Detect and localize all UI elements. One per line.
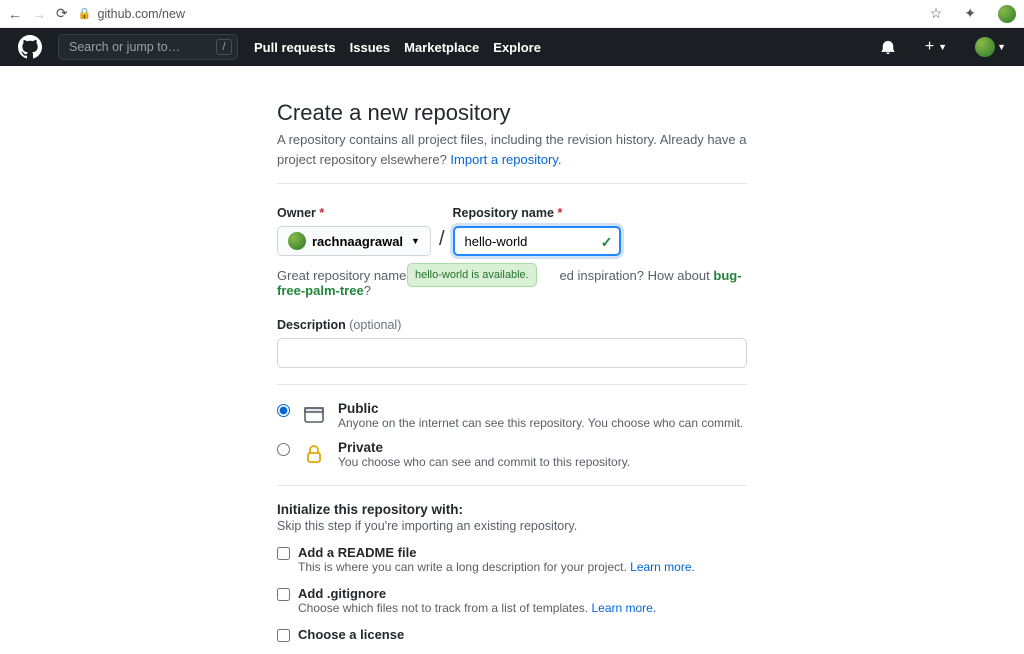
- main-content: Create a new repository A repository con…: [277, 100, 747, 642]
- create-new-menu[interactable]: +▼: [925, 41, 947, 53]
- repo-public-icon: [300, 401, 328, 429]
- extensions-icon[interactable]: ✦: [964, 5, 976, 22]
- hint-q: ?: [364, 283, 371, 298]
- user-menu[interactable]: ▼: [975, 37, 1006, 57]
- repo-name-input[interactable]: [453, 226, 621, 256]
- add-gitignore-title: Add .gitignore: [298, 586, 656, 601]
- forward-button[interactable]: →: [32, 6, 46, 22]
- search-input[interactable]: [58, 34, 238, 60]
- owner-select[interactable]: rachnaagrawal ▼: [277, 226, 431, 256]
- back-button[interactable]: ←: [8, 6, 22, 22]
- choose-license-checkbox[interactable]: [277, 629, 290, 642]
- description-input[interactable]: [277, 338, 747, 368]
- chevron-down-icon: ▼: [411, 236, 420, 246]
- profile-avatar-icon[interactable]: [998, 5, 1016, 23]
- page-subhead: A repository contains all project files,…: [277, 130, 747, 169]
- visibility-private-radio[interactable]: [277, 443, 290, 456]
- initialize-heading: Initialize this repository with:: [277, 502, 747, 517]
- nav-issues[interactable]: Issues: [350, 40, 390, 55]
- private-title: Private: [338, 440, 630, 455]
- name-hint: Great repository names are sho hello-wor…: [277, 268, 747, 298]
- checkmark-icon: ✓: [601, 234, 613, 251]
- divider: [277, 485, 747, 486]
- public-title: Public: [338, 401, 743, 416]
- site-header: / Pull requests Issues Marketplace Explo…: [0, 28, 1024, 66]
- description-label: Description (optional): [277, 318, 747, 332]
- visibility-group: Public Anyone on the internet can see th…: [277, 401, 747, 469]
- page-title: Create a new repository: [277, 100, 747, 126]
- browser-chrome: ← → ⟳ 🔒 github.com/new ☆ ✦: [0, 0, 1024, 28]
- url-text: github.com/new: [97, 7, 185, 21]
- user-avatar-icon: [975, 37, 995, 57]
- primary-nav: Pull requests Issues Marketplace Explore: [254, 40, 541, 55]
- repo-name-label: Repository name *: [453, 206, 621, 220]
- nav-pull-requests[interactable]: Pull requests: [254, 40, 336, 55]
- add-readme-sub: This is where you can write a long descr…: [298, 560, 695, 574]
- owner-name: rachnaagrawal: [312, 234, 403, 249]
- import-repository-link[interactable]: Import a repository.: [450, 152, 561, 167]
- nav-marketplace[interactable]: Marketplace: [404, 40, 479, 55]
- notifications-icon[interactable]: [881, 40, 895, 54]
- site-search[interactable]: /: [58, 34, 238, 60]
- add-readme-title: Add a README file: [298, 545, 695, 560]
- choose-license-title: Choose a license: [298, 627, 404, 642]
- owner-repo-separator: /: [439, 228, 445, 251]
- initialize-subtext: Skip this step if you're importing an ex…: [277, 519, 747, 533]
- github-logo-icon[interactable]: [18, 35, 42, 59]
- lock-icon: [300, 440, 328, 468]
- hint-text-after: ed inspiration? How about: [559, 268, 713, 283]
- add-gitignore-checkbox[interactable]: [277, 588, 290, 601]
- visibility-public-radio[interactable]: [277, 404, 290, 417]
- star-icon[interactable]: ☆: [930, 5, 943, 22]
- owner-label: Owner *: [277, 206, 431, 220]
- divider: [277, 183, 747, 184]
- add-gitignore-sub: Choose which files not to track from a l…: [298, 601, 656, 615]
- availability-badge: hello-world is available.: [407, 263, 537, 287]
- slash-hint-icon: /: [216, 39, 232, 55]
- owner-avatar-icon: [288, 232, 306, 250]
- private-sub: You choose who can see and commit to thi…: [338, 455, 630, 469]
- add-readme-checkbox[interactable]: [277, 547, 290, 560]
- gitignore-learn-more-link[interactable]: Learn more.: [591, 601, 656, 615]
- lock-icon: 🔒: [78, 7, 92, 20]
- nav-explore[interactable]: Explore: [493, 40, 541, 55]
- reload-button[interactable]: ⟳: [56, 5, 68, 22]
- public-sub: Anyone on the internet can see this repo…: [338, 416, 743, 430]
- address-bar[interactable]: 🔒 github.com/new: [78, 7, 185, 21]
- divider: [277, 384, 747, 385]
- readme-learn-more-link[interactable]: Learn more.: [630, 560, 695, 574]
